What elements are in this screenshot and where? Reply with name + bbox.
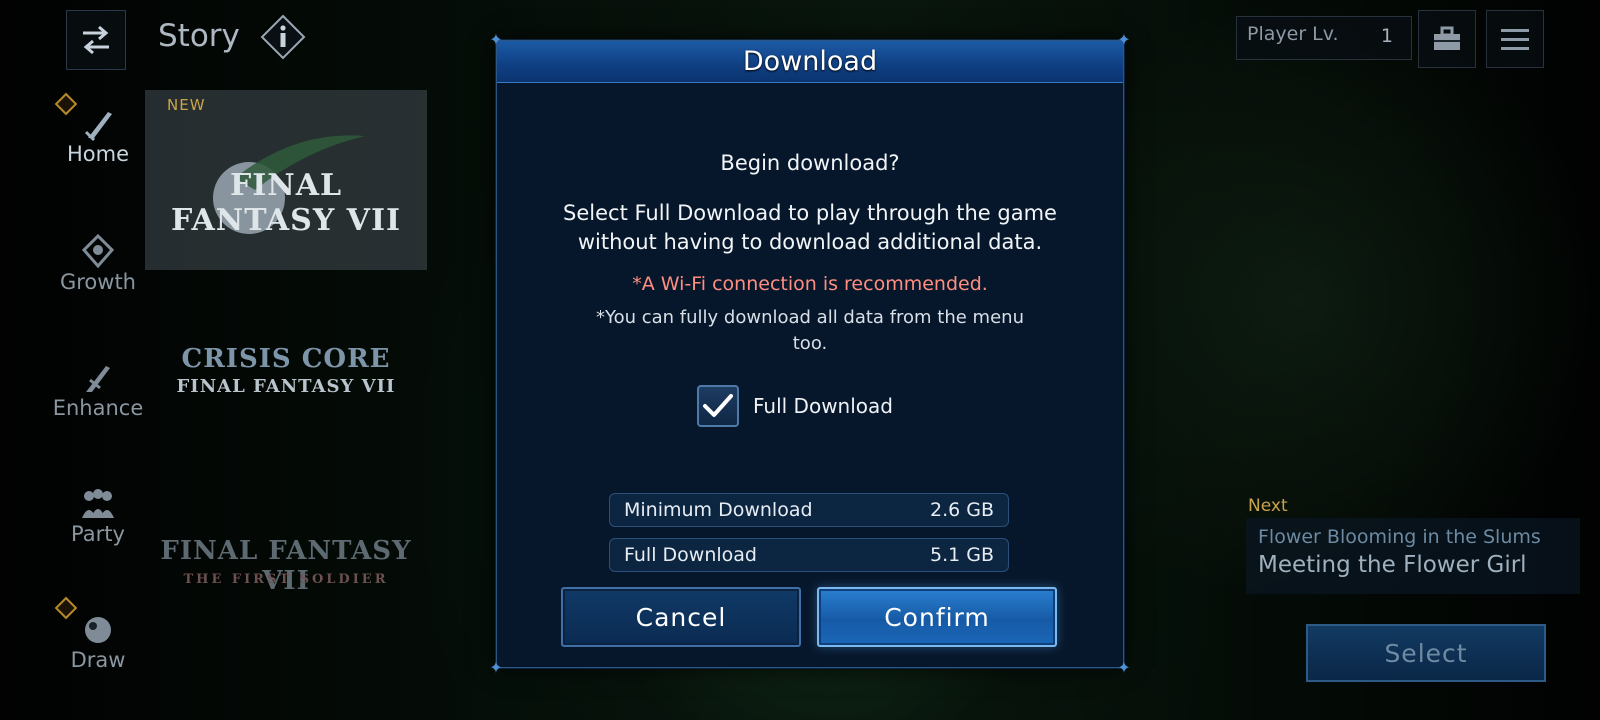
corner-sparkle-icon: ✦ xyxy=(489,30,503,49)
size-row-full: Full Download 5.1 GB xyxy=(609,538,1009,572)
page-title: Story xyxy=(158,18,240,54)
game-logo-ff7: FINAL FANTASY VII xyxy=(170,168,402,238)
size-value: 2.6 GB xyxy=(929,499,994,521)
nav-item-party[interactable]: Party xyxy=(48,486,148,546)
dialog-question: Begin download? xyxy=(720,151,900,175)
nav-item-draw[interactable]: Draw xyxy=(48,596,148,672)
player-level-panel: Player Lv. 1 xyxy=(1236,16,1412,60)
wifi-warning: *A Wi-Fi connection is recommended. xyxy=(632,273,988,295)
game-logo-crisis-core-sub: FINAL FANTASY VII xyxy=(176,376,396,397)
game-logo-first-soldier: FINAL FANTASY VII xyxy=(160,536,412,596)
size-label: Full Download xyxy=(624,544,757,566)
blade-icon xyxy=(86,366,110,392)
player-level-label: Player Lv. xyxy=(1247,23,1339,45)
next-episode-title: Meeting the Flower Girl xyxy=(1258,552,1527,578)
corner-sparkle-icon: ✦ xyxy=(489,658,503,677)
game-card-crisis-core[interactable]: CRISIS CORE FINAL FANTASY VII xyxy=(145,300,427,480)
game-logo-crisis-core: CRISIS CORE xyxy=(181,344,391,374)
select-button[interactable]: Select xyxy=(1306,624,1546,682)
sword-icon xyxy=(84,112,112,142)
orb-icon xyxy=(85,617,111,643)
nav-label-growth: Growth xyxy=(59,270,136,294)
game-logo-first-soldier-sub: THE FIRST SOLDIER xyxy=(183,572,389,587)
dialog-note: *You can fully download all data from th… xyxy=(595,307,1024,354)
swap-arrows-icon xyxy=(83,25,109,55)
size-label: Minimum Download xyxy=(624,499,813,521)
info-button[interactable] xyxy=(260,14,306,60)
menu-button[interactable] xyxy=(1486,10,1544,68)
crystal-icon xyxy=(81,234,115,269)
toolbox-button[interactable] xyxy=(1418,10,1476,68)
dialog-header: Download xyxy=(497,41,1123,83)
next-label: Next xyxy=(1248,496,1288,516)
toolbox-icon xyxy=(1434,26,1460,50)
nav-label-party: Party xyxy=(71,522,125,546)
download-dialog: Download ✦ ✦ ✦ ✦ Begin download? Select … xyxy=(489,32,1130,676)
dialog-description: Select Full Download to play through the… xyxy=(563,201,1057,254)
next-chapter-panel: Flower Blooming in the Slums Meeting the… xyxy=(1246,518,1580,594)
back-button[interactable] xyxy=(66,10,126,70)
full-download-checkbox[interactable] xyxy=(697,385,739,427)
confirm-button[interactable]: Confirm xyxy=(817,587,1057,647)
size-row-minimum: Minimum Download 2.6 GB xyxy=(609,493,1009,527)
game-card-first-soldier[interactable]: FINAL FANTASY VII THE FIRST SOLDIER xyxy=(145,490,427,670)
cancel-button[interactable]: Cancel xyxy=(561,587,801,647)
nav-item-growth[interactable]: Growth xyxy=(48,234,148,294)
dialog-title: Download xyxy=(742,46,878,77)
nav-label-draw: Draw xyxy=(70,648,126,672)
corner-sparkle-icon: ✦ xyxy=(1117,658,1131,677)
full-download-toggle[interactable]: Full Download xyxy=(697,385,893,427)
player-level-value: 1 xyxy=(1380,25,1393,47)
checkmark-icon xyxy=(703,394,733,417)
full-download-checkbox-label: Full Download xyxy=(753,394,893,418)
nav-item-enhance[interactable]: Enhance xyxy=(48,360,148,420)
party-icon xyxy=(82,489,114,518)
corner-sparkle-icon: ✦ xyxy=(1117,30,1131,49)
game-card-ff7[interactable]: NEW FINAL FANTASY VII xyxy=(145,90,427,270)
hamburger-menu-icon xyxy=(1501,29,1529,50)
info-icon xyxy=(260,14,306,60)
nav-label-home: Home xyxy=(66,142,129,166)
size-value: 5.1 GB xyxy=(929,544,994,566)
nav-item-home[interactable]: Home xyxy=(48,92,148,166)
nav-label-enhance: Enhance xyxy=(52,396,144,420)
next-chapter-title: Flower Blooming in the Slums xyxy=(1258,526,1541,548)
